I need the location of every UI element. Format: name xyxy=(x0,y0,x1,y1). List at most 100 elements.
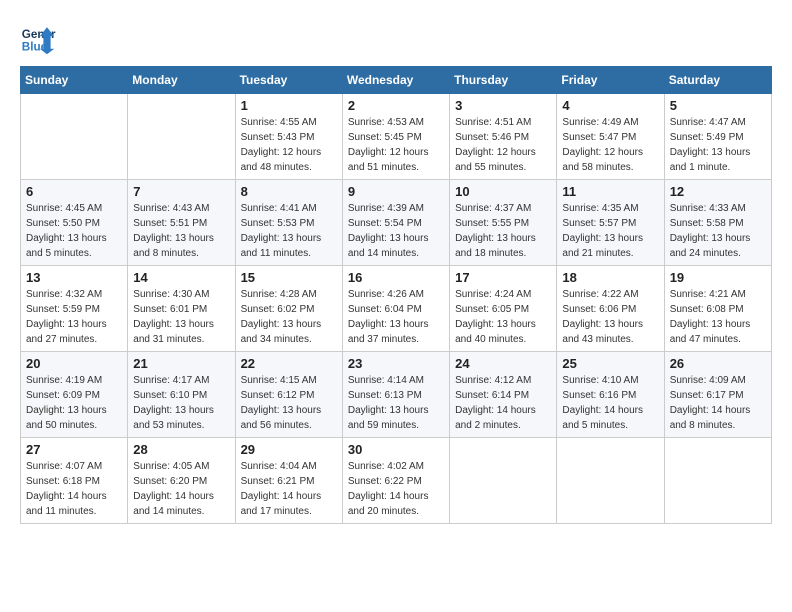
calendar-cell: 3 Sunrise: 4:51 AM Sunset: 5:46 PM Daylig… xyxy=(450,94,557,180)
day-info: Sunrise: 4:09 AM Sunset: 6:17 PM Dayligh… xyxy=(670,373,766,433)
calendar-cell: 16 Sunrise: 4:26 AM Sunset: 6:04 PM Dayli… xyxy=(342,266,449,352)
calendar-cell: 23 Sunrise: 4:14 AM Sunset: 6:13 PM Dayli… xyxy=(342,352,449,438)
day-number: 18 xyxy=(562,270,658,285)
calendar-cell: 12Sunrise: 4:33 AM Sunset: 5:58 PM Dayli… xyxy=(664,180,771,266)
calendar-cell: 19 Sunrise: 4:21 AM Sunset: 6:08 PM Dayli… xyxy=(664,266,771,352)
day-number: 9 xyxy=(348,184,444,199)
day-number: 23 xyxy=(348,356,444,371)
day-number: 2 xyxy=(348,98,444,113)
day-info: Sunrise: 4:22 AM Sunset: 6:06 PM Dayligh… xyxy=(562,287,658,347)
calendar-cell: 24Sunrise: 4:12 AM Sunset: 6:14 PM Dayli… xyxy=(450,352,557,438)
calendar-cell: 13 Sunrise: 4:32 AM Sunset: 5:59 PM Dayli… xyxy=(21,266,128,352)
calendar-cell: 20Sunrise: 4:19 AM Sunset: 6:09 PM Dayli… xyxy=(21,352,128,438)
calendar-cell: 30 Sunrise: 4:02 AM Sunset: 6:22 PM Dayli… xyxy=(342,438,449,524)
calendar-cell: 9Sunrise: 4:39 AM Sunset: 5:54 PM Daylig… xyxy=(342,180,449,266)
day-info: Sunrise: 4:32 AM Sunset: 5:59 PM Dayligh… xyxy=(26,287,122,347)
day-info: Sunrise: 4:15 AM Sunset: 6:12 PM Dayligh… xyxy=(241,373,337,433)
calendar-week-row: 6 Sunrise: 4:45 AM Sunset: 5:50 PM Daylig… xyxy=(21,180,772,266)
day-info: Sunrise: 4:10 AM Sunset: 6:16 PM Dayligh… xyxy=(562,373,658,433)
day-number: 24 xyxy=(455,356,551,371)
day-number: 21 xyxy=(133,356,229,371)
day-number: 22 xyxy=(241,356,337,371)
calendar-week-row: 27 Sunrise: 4:07 AM Sunset: 6:18 PM Dayli… xyxy=(21,438,772,524)
day-info: Sunrise: 4:19 AM Sunset: 6:09 PM Dayligh… xyxy=(26,373,122,433)
day-info: Sunrise: 4:30 AM Sunset: 6:01 PM Dayligh… xyxy=(133,287,229,347)
day-info: Sunrise: 4:26 AM Sunset: 6:04 PM Dayligh… xyxy=(348,287,444,347)
day-number: 8 xyxy=(241,184,337,199)
day-number: 7 xyxy=(133,184,229,199)
day-info: Sunrise: 4:02 AM Sunset: 6:22 PM Dayligh… xyxy=(348,459,444,519)
day-info: Sunrise: 4:51 AM Sunset: 5:46 PM Dayligh… xyxy=(455,115,551,175)
calendar-cell: 18 Sunrise: 4:22 AM Sunset: 6:06 PM Dayli… xyxy=(557,266,664,352)
calendar-cell: 29Sunrise: 4:04 AM Sunset: 6:21 PM Dayli… xyxy=(235,438,342,524)
day-info: Sunrise: 4:17 AM Sunset: 6:10 PM Dayligh… xyxy=(133,373,229,433)
calendar-cell: 2Sunrise: 4:53 AM Sunset: 5:45 PM Daylig… xyxy=(342,94,449,180)
calendar-cell: 15 Sunrise: 4:28 AM Sunset: 6:02 PM Dayli… xyxy=(235,266,342,352)
day-number: 11 xyxy=(562,184,658,199)
calendar-cell xyxy=(664,438,771,524)
day-info: Sunrise: 4:21 AM Sunset: 6:08 PM Dayligh… xyxy=(670,287,766,347)
weekday-header-monday: Monday xyxy=(128,67,235,94)
calendar-cell xyxy=(450,438,557,524)
calendar-cell: 14 Sunrise: 4:30 AM Sunset: 6:01 PM Dayli… xyxy=(128,266,235,352)
day-info: Sunrise: 4:55 AM Sunset: 5:43 PM Dayligh… xyxy=(241,115,337,175)
day-info: Sunrise: 4:47 AM Sunset: 5:49 PM Dayligh… xyxy=(670,115,766,175)
calendar-cell: 7 Sunrise: 4:43 AM Sunset: 5:51 PM Daylig… xyxy=(128,180,235,266)
day-info: Sunrise: 4:43 AM Sunset: 5:51 PM Dayligh… xyxy=(133,201,229,261)
day-info: Sunrise: 4:28 AM Sunset: 6:02 PM Dayligh… xyxy=(241,287,337,347)
day-number: 26 xyxy=(670,356,766,371)
day-number: 17 xyxy=(455,270,551,285)
day-info: Sunrise: 4:37 AM Sunset: 5:55 PM Dayligh… xyxy=(455,201,551,261)
day-number: 10 xyxy=(455,184,551,199)
day-info: Sunrise: 4:35 AM Sunset: 5:57 PM Dayligh… xyxy=(562,201,658,261)
weekday-header-friday: Friday xyxy=(557,67,664,94)
weekday-header-sunday: Sunday xyxy=(21,67,128,94)
day-info: Sunrise: 4:41 AM Sunset: 5:53 PM Dayligh… xyxy=(241,201,337,261)
weekday-header-thursday: Thursday xyxy=(450,67,557,94)
weekday-header-row: SundayMondayTuesdayWednesdayThursdayFrid… xyxy=(21,67,772,94)
calendar-week-row: 13 Sunrise: 4:32 AM Sunset: 5:59 PM Dayli… xyxy=(21,266,772,352)
calendar-cell: 11 Sunrise: 4:35 AM Sunset: 5:57 PM Dayli… xyxy=(557,180,664,266)
day-info: Sunrise: 4:14 AM Sunset: 6:13 PM Dayligh… xyxy=(348,373,444,433)
day-number: 5 xyxy=(670,98,766,113)
calendar-cell: 22 Sunrise: 4:15 AM Sunset: 6:12 PM Dayli… xyxy=(235,352,342,438)
calendar-cell: 26 Sunrise: 4:09 AM Sunset: 6:17 PM Dayli… xyxy=(664,352,771,438)
day-number: 30 xyxy=(348,442,444,457)
calendar-cell: 6 Sunrise: 4:45 AM Sunset: 5:50 PM Daylig… xyxy=(21,180,128,266)
day-number: 14 xyxy=(133,270,229,285)
calendar-cell: 25Sunrise: 4:10 AM Sunset: 6:16 PM Dayli… xyxy=(557,352,664,438)
day-number: 3 xyxy=(455,98,551,113)
day-info: Sunrise: 4:04 AM Sunset: 6:21 PM Dayligh… xyxy=(241,459,337,519)
calendar-week-row: 20Sunrise: 4:19 AM Sunset: 6:09 PM Dayli… xyxy=(21,352,772,438)
day-info: Sunrise: 4:07 AM Sunset: 6:18 PM Dayligh… xyxy=(26,459,122,519)
page-header: General Blue xyxy=(20,20,772,56)
calendar-table: SundayMondayTuesdayWednesdayThursdayFrid… xyxy=(20,66,772,524)
day-number: 12 xyxy=(670,184,766,199)
calendar-cell: 8 Sunrise: 4:41 AM Sunset: 5:53 PM Daylig… xyxy=(235,180,342,266)
day-info: Sunrise: 4:49 AM Sunset: 5:47 PM Dayligh… xyxy=(562,115,658,175)
day-number: 15 xyxy=(241,270,337,285)
day-number: 16 xyxy=(348,270,444,285)
day-number: 28 xyxy=(133,442,229,457)
calendar-cell: 10 Sunrise: 4:37 AM Sunset: 5:55 PM Dayli… xyxy=(450,180,557,266)
calendar-cell: 5 Sunrise: 4:47 AM Sunset: 5:49 PM Daylig… xyxy=(664,94,771,180)
calendar-cell: 27 Sunrise: 4:07 AM Sunset: 6:18 PM Dayli… xyxy=(21,438,128,524)
calendar-cell: 21 Sunrise: 4:17 AM Sunset: 6:10 PM Dayli… xyxy=(128,352,235,438)
day-number: 1 xyxy=(241,98,337,113)
weekday-header-saturday: Saturday xyxy=(664,67,771,94)
day-number: 13 xyxy=(26,270,122,285)
calendar-cell xyxy=(128,94,235,180)
calendar-cell xyxy=(557,438,664,524)
calendar-cell: 1 Sunrise: 4:55 AM Sunset: 5:43 PM Daylig… xyxy=(235,94,342,180)
calendar-cell: 28Sunrise: 4:05 AM Sunset: 6:20 PM Dayli… xyxy=(128,438,235,524)
weekday-header-wednesday: Wednesday xyxy=(342,67,449,94)
logo-icon: General Blue xyxy=(20,20,56,56)
day-number: 27 xyxy=(26,442,122,457)
day-number: 6 xyxy=(26,184,122,199)
day-number: 4 xyxy=(562,98,658,113)
day-info: Sunrise: 4:45 AM Sunset: 5:50 PM Dayligh… xyxy=(26,201,122,261)
calendar-cell: 4 Sunrise: 4:49 AM Sunset: 5:47 PM Daylig… xyxy=(557,94,664,180)
day-number: 19 xyxy=(670,270,766,285)
calendar-cell: 17Sunrise: 4:24 AM Sunset: 6:05 PM Dayli… xyxy=(450,266,557,352)
logo: General Blue xyxy=(20,20,60,56)
